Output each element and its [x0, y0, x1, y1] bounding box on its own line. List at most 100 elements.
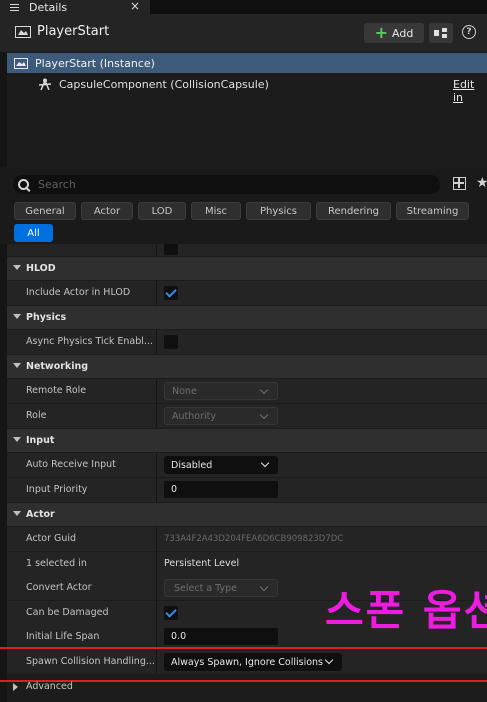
row-auto-receive-input: Auto Receive Input Disabled: [7, 453, 487, 477]
category-label: HLOD: [26, 263, 56, 274]
filter-lod[interactable]: LOD: [138, 202, 186, 220]
blueprint-button[interactable]: [429, 23, 453, 43]
capsule-component-icon: [38, 78, 52, 90]
column-divider: [156, 244, 157, 256]
dropdown-value: Disabled: [171, 459, 213, 471]
dropdown-value: Always Spawn, Ignore Collisions: [171, 656, 323, 668]
actor-title: PlayerStart: [37, 24, 110, 39]
player-start-icon: [14, 57, 28, 69]
partial-row: [7, 244, 487, 256]
property-matrix-icon[interactable]: [453, 177, 466, 190]
close-tab-button[interactable]: ×: [130, 0, 140, 13]
help-icon[interactable]: ?: [462, 25, 476, 39]
player-start-icon: [15, 26, 31, 38]
column-divider: [156, 404, 157, 428]
property-label: Async Physics Tick Enabl...: [26, 336, 153, 347]
favorites-star-icon[interactable]: ★: [476, 175, 487, 191]
property-label: Role: [26, 410, 47, 421]
expand-arrow-icon: [13, 314, 21, 319]
category-filters: General Actor LOD Misc Physics Rendering…: [0, 197, 487, 244]
tab-details[interactable]: Details ×: [0, 0, 150, 14]
chevron-down-icon: [259, 410, 269, 420]
column-divider: [156, 576, 157, 600]
actor-guid-value: 733A4F2A43D204FEA6D6CB909823D7DC: [164, 534, 344, 544]
selected-in-value: Persistent Level: [164, 558, 240, 569]
search-icon: [18, 178, 30, 191]
convert-actor-dropdown: Select a Type: [164, 579, 278, 597]
tree-item-capsule[interactable]: CapsuleComponent (CollisionCapsule): [7, 74, 487, 94]
expand-arrow-icon: [13, 363, 21, 368]
column-divider: [156, 478, 157, 502]
column-divider: [156, 601, 157, 625]
category-hlod[interactable]: HLOD: [7, 257, 487, 280]
filter-physics[interactable]: Physics: [246, 202, 311, 220]
highlight-line-bottom: [0, 680, 487, 682]
row-selected-in: 1 selected in Persistent Level: [7, 552, 487, 576]
filter-general[interactable]: General: [14, 202, 76, 220]
category-physics[interactable]: Physics: [7, 306, 487, 329]
plus-icon: +: [374, 23, 389, 42]
property-label: Actor Guid: [26, 533, 77, 544]
property-label: Auto Receive Input: [26, 459, 116, 470]
can-be-damaged-checkbox[interactable]: [164, 606, 178, 620]
property-label: Remote Role: [26, 385, 87, 396]
dropdown-value: None: [172, 385, 197, 397]
property-label: Input Priority: [26, 484, 88, 495]
expand-arrow-icon: [13, 683, 18, 691]
row-async-physics-tick: Async Physics Tick Enabl...: [7, 330, 487, 354]
property-label: Convert Actor: [26, 582, 92, 593]
row-remote-role: Remote Role None: [7, 379, 487, 403]
partial-checkbox[interactable]: [164, 244, 178, 255]
expand-arrow-icon: [13, 437, 21, 442]
annotation-text: 스폰 옵션: [325, 586, 487, 635]
filter-streaming[interactable]: Streaming: [396, 202, 469, 220]
tree-item-playerstart[interactable]: PlayerStart (Instance): [7, 53, 487, 73]
chevron-down-icon: [260, 458, 270, 468]
category-input[interactable]: Input: [7, 429, 487, 452]
input-priority-field[interactable]: 0: [164, 481, 278, 498]
category-label: Networking: [26, 361, 89, 372]
category-label: Input: [26, 435, 55, 446]
tree-item-label: PlayerStart (Instance): [35, 56, 155, 70]
column-divider: [156, 379, 157, 403]
row-actor-guid: Actor Guid 733A4F2A43D204FEA6D6CB909823D…: [7, 527, 487, 551]
tab-details-label: Details: [29, 0, 68, 14]
property-label: Initial Life Span: [26, 631, 100, 642]
expand-arrow-icon: [13, 265, 21, 270]
async-physics-tick-checkbox[interactable]: [164, 335, 178, 349]
row-input-priority: Input Priority 0: [7, 478, 487, 502]
filter-actor[interactable]: Actor: [81, 202, 133, 220]
property-label: Spawn Collision Handling...: [26, 656, 155, 667]
category-networking[interactable]: Networking: [7, 355, 487, 378]
property-label: Include Actor in HLOD: [26, 287, 131, 298]
auto-receive-input-dropdown[interactable]: Disabled: [164, 456, 278, 474]
column-divider: [156, 552, 157, 576]
category-actor[interactable]: Actor: [7, 503, 487, 526]
spawn-collision-handling-dropdown[interactable]: Always Spawn, Ignore Collisions: [164, 653, 342, 671]
dropdown-value: Authority: [172, 410, 216, 422]
filter-misc[interactable]: Misc: [191, 202, 241, 220]
search-input[interactable]: [38, 178, 418, 191]
remote-role-dropdown: None: [164, 382, 278, 400]
add-component-button[interactable]: + Add: [364, 23, 424, 43]
search-bar: ★: [0, 167, 487, 197]
initial-life-span-field[interactable]: 0.0: [164, 628, 278, 645]
chevron-down-icon: [259, 582, 269, 592]
row-role: Role Authority: [7, 404, 487, 428]
advanced-label[interactable]: Advanced: [26, 681, 73, 692]
include-actor-in-hlod-checkbox[interactable]: [164, 286, 178, 300]
column-divider: [156, 281, 157, 305]
column-divider: [156, 650, 157, 674]
column-divider: [156, 527, 157, 551]
column-divider: [156, 453, 157, 477]
role-dropdown: Authority: [164, 407, 278, 425]
column-divider: [156, 330, 157, 354]
row-include-actor-in-hlod: Include Actor in HLOD: [7, 281, 487, 305]
add-label: Add: [392, 26, 414, 40]
edit-in-link[interactable]: Edit in: [453, 78, 487, 104]
tab-bar: Details ×: [0, 0, 487, 14]
expand-arrow-icon: [13, 511, 21, 516]
search-field[interactable]: [13, 175, 440, 194]
filter-all[interactable]: All: [14, 224, 53, 242]
filter-rendering[interactable]: Rendering: [316, 202, 391, 220]
